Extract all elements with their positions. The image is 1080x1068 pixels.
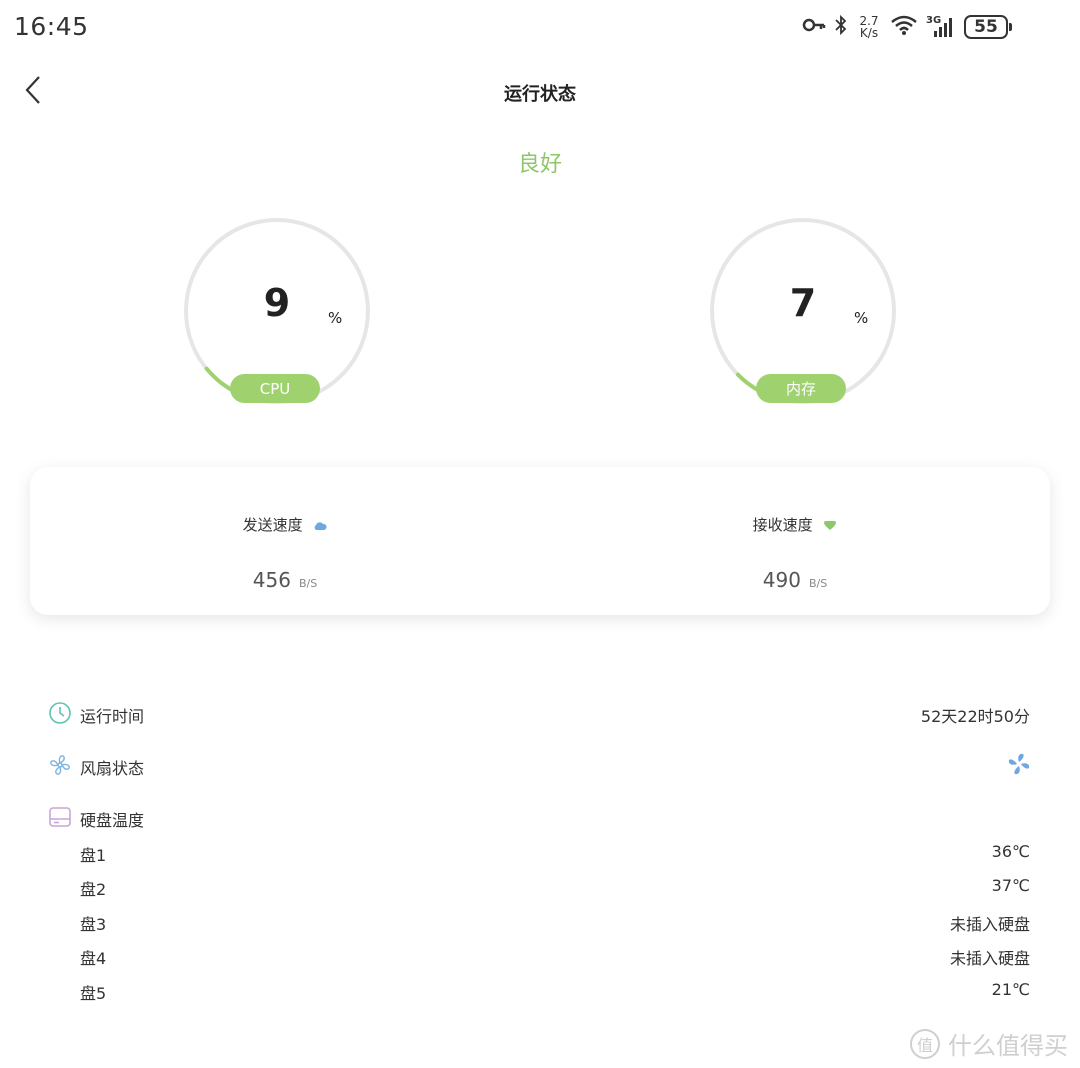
watermark: 值 什么值得买 <box>910 1026 1068 1061</box>
uptime-label: 运行时间 <box>80 707 145 726</box>
upload-cloud-icon <box>313 517 327 535</box>
key-icon <box>802 15 826 39</box>
disk-row: 盘2 37℃ <box>80 874 1030 900</box>
watermark-text: 什么值得买 <box>948 1032 1068 1060</box>
disk-row: 盘1 36℃ <box>80 840 1030 866</box>
fan-icon <box>48 753 72 777</box>
receive-speed-value: 490 <box>762 568 801 592</box>
page-title: 运行状态 <box>504 84 576 105</box>
disk-label: 盘4 <box>80 949 107 968</box>
clock-icon <box>48 701 72 725</box>
disk-temp-label: 硬盘温度 <box>80 811 145 830</box>
net-speed: 2.7 K/s <box>856 15 882 39</box>
memory-label: 内存 <box>756 374 846 403</box>
watermark-logo-char: 值 <box>916 1035 933 1055</box>
disk-label: 盘5 <box>80 984 107 1003</box>
send-speed: 发送速度 456 B/S <box>30 467 540 615</box>
fan-running-icon <box>1008 753 1030 779</box>
fan-row: 风扇状态 <box>48 751 1030 781</box>
send-speed-label: 发送速度 <box>242 516 303 534</box>
status-time: 16:45 <box>14 12 89 41</box>
disk-temp-row: 硬盘温度 <box>48 803 1030 833</box>
health-status: 良好 <box>517 152 562 177</box>
hard-disk-icon <box>48 805 72 829</box>
disk-label: 盘2 <box>80 880 107 899</box>
disk-value: 未插入硬盘 <box>949 949 1030 968</box>
cpu-unit: % <box>328 309 343 327</box>
disk-value: 37℃ <box>991 876 1030 895</box>
uptime-value: 52天22时50分 <box>920 707 1030 726</box>
disk-row: 盘5 21℃ <box>80 978 1030 1004</box>
disk-row: 盘3 未插入硬盘 <box>80 909 1030 935</box>
receive-speed-label: 接收速度 <box>752 516 813 534</box>
disk-row: 盘4 未插入硬盘 <box>80 943 1030 969</box>
speed-card: 发送速度 456 B/S 接收速度 490 B/S <box>30 467 1050 615</box>
receive-speed: 接收速度 490 B/S <box>540 467 1050 615</box>
watermark-logo: 值 <box>910 1028 940 1059</box>
bluetooth-icon <box>834 14 848 40</box>
wifi-icon <box>890 14 918 40</box>
disk-value: 21℃ <box>991 980 1030 999</box>
disk-value: 未插入硬盘 <box>949 915 1030 934</box>
disk-value: 36℃ <box>991 842 1030 861</box>
battery-icon: 55 <box>964 15 1012 39</box>
receive-speed-unit: B/S <box>808 577 828 590</box>
signal-icon: 3G <box>926 15 956 39</box>
cpu-gauge: 9 % CPU <box>182 217 372 407</box>
fan-label: 风扇状态 <box>80 759 145 778</box>
download-heart-icon <box>823 517 837 535</box>
memory-gauge: 7 % 内存 <box>708 217 898 407</box>
memory-value: 7 <box>789 281 817 325</box>
cpu-value: 9 <box>263 281 291 325</box>
status-bar: 16:45 2.7 K/s 3G 55 <box>0 0 1080 56</box>
send-speed-value: 456 <box>252 568 291 592</box>
uptime-row: 运行时间 52天22时50分 <box>48 699 1030 729</box>
disk-label: 盘3 <box>80 915 107 934</box>
status-icons: 2.7 K/s 3G 55 <box>802 12 1012 42</box>
cpu-label: CPU <box>230 374 320 403</box>
disk-label: 盘1 <box>80 846 107 865</box>
memory-unit: % <box>854 309 869 327</box>
send-speed-unit: B/S <box>298 577 318 590</box>
net-speed-unit: K/s <box>859 26 879 40</box>
battery-level: 55 <box>974 17 998 37</box>
